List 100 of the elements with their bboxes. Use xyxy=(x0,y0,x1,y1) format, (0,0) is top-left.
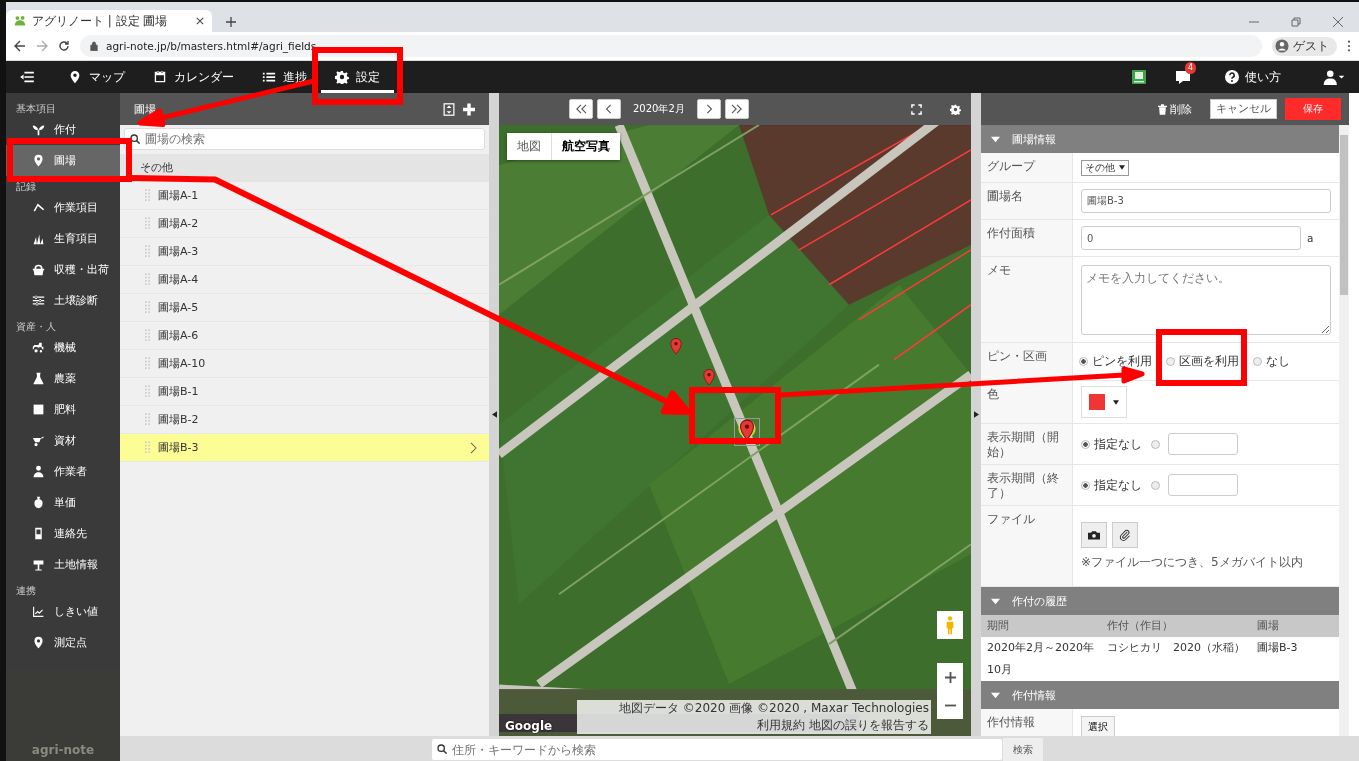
close-tab-icon[interactable] xyxy=(196,17,204,25)
sidebar-item[interactable]: 土壌診断 xyxy=(6,285,120,316)
text-input[interactable]: 圃場B-3 xyxy=(1081,189,1331,213)
expand-icon[interactable] xyxy=(443,102,455,116)
add-icon[interactable] xyxy=(463,102,475,116)
section-header[interactable]: 作付情報 xyxy=(981,681,1339,709)
camera-button[interactable] xyxy=(1081,521,1107,548)
sidebar-item[interactable]: 生育項目 xyxy=(6,223,120,254)
radio-button[interactable] xyxy=(1253,357,1262,366)
sidebar-item[interactable]: 機械 xyxy=(6,332,120,363)
sidebar-item[interactable]: 測定点 xyxy=(6,627,120,658)
sidebar-item[interactable]: 圃場 xyxy=(6,145,120,176)
sidebar-item[interactable]: 資材 xyxy=(6,425,120,456)
radio-button[interactable] xyxy=(1079,357,1088,366)
address-search-field[interactable]: 住所・キーワードから検索 xyxy=(431,738,1003,761)
radio-option[interactable]: 指定なし xyxy=(1081,476,1142,494)
browser-tab[interactable]: アグリノート | 設定 圃場 xyxy=(6,10,212,32)
text-input[interactable]: 0 xyxy=(1081,226,1301,250)
delete-button[interactable]: 削除 xyxy=(1152,100,1198,118)
scrollbar[interactable] xyxy=(1339,125,1349,736)
collapse-left-icon[interactable] xyxy=(491,411,497,418)
section-header[interactable]: 作付の履歴 xyxy=(981,587,1339,615)
radio-option[interactable]: なし xyxy=(1253,353,1290,370)
search-button[interactable]: 検索 xyxy=(1003,738,1043,761)
drag-handle-icon[interactable] xyxy=(145,412,150,427)
field-list-item[interactable]: 圃場B-3 xyxy=(120,434,489,462)
next-year-button[interactable] xyxy=(724,99,749,119)
report-error-link[interactable]: 地図の誤りを報告する xyxy=(809,717,929,734)
field-list-item[interactable]: 圃場A-6 xyxy=(120,322,489,350)
next-month-button[interactable] xyxy=(696,99,721,119)
map-type-button[interactable]: 地図 xyxy=(507,133,551,160)
radio-button[interactable] xyxy=(1151,480,1160,490)
sidebar-item[interactable]: 肥料 xyxy=(6,394,120,425)
fullscreen-icon[interactable] xyxy=(911,103,922,115)
forward-arrow-icon[interactable] xyxy=(36,40,48,52)
back-arrow-icon[interactable] xyxy=(14,40,26,52)
previous-year-button[interactable] xyxy=(569,99,593,119)
sidebar-section-title: 資産・人 xyxy=(15,320,57,332)
drag-handle-icon[interactable] xyxy=(145,300,150,315)
map-pin-icon[interactable] xyxy=(734,418,760,446)
field-list-item[interactable]: 圃場A-10 xyxy=(120,350,489,378)
reload-icon[interactable] xyxy=(58,40,70,52)
menu-icon[interactable] xyxy=(1347,40,1351,52)
field-list-item[interactable]: 圃場B-1 xyxy=(120,378,489,406)
drag-handle-icon[interactable] xyxy=(145,328,150,343)
drag-handle-icon[interactable] xyxy=(145,440,150,455)
sidebar-item[interactable]: 収穫・出荷 xyxy=(6,254,120,285)
sidebar-item[interactable]: 農薬 xyxy=(6,363,120,394)
group-select[interactable]: その他 xyxy=(1081,159,1129,176)
radio-button[interactable] xyxy=(1081,480,1090,490)
radio-option[interactable]: 指定なし xyxy=(1081,435,1142,453)
close-icon[interactable] xyxy=(1333,17,1343,27)
radio-button[interactable] xyxy=(1151,439,1160,449)
user-menu-icon[interactable] xyxy=(1323,69,1345,85)
radio-option[interactable]: 区画を利用 xyxy=(1166,353,1239,370)
drag-handle-icon[interactable] xyxy=(145,216,150,231)
sidebar-item[interactable]: しきい値 xyxy=(6,596,120,627)
radio-option[interactable]: ピンを利用 xyxy=(1079,353,1152,370)
chevron-right-icon xyxy=(470,441,477,454)
map-type-button[interactable]: 航空写真 xyxy=(551,133,620,160)
nav-tab[interactable]: カレンダー xyxy=(139,61,248,93)
cancel-button[interactable]: キャンセル xyxy=(1210,99,1277,119)
message-icon[interactable] xyxy=(1175,69,1191,85)
nav-tab[interactable]: マップ xyxy=(54,61,139,93)
sidebar-item[interactable]: 作業者 xyxy=(6,456,120,487)
book-icon[interactable] xyxy=(1131,69,1147,85)
memo-field[interactable]: メモを入力してください。 xyxy=(1081,264,1331,335)
section-title: 圃場情報 xyxy=(1012,131,1056,147)
settings-icon[interactable] xyxy=(950,103,961,115)
collapse-right-icon[interactable] xyxy=(973,411,979,418)
radio-button[interactable] xyxy=(1166,357,1175,366)
section-header[interactable]: 圃場情報 xyxy=(981,125,1339,153)
select-button[interactable]: 選択 xyxy=(1081,716,1115,736)
drag-handle-icon[interactable] xyxy=(145,188,150,203)
search-field[interactable]: 圃場の検索 xyxy=(124,128,485,150)
date-input[interactable] xyxy=(1168,474,1238,496)
previous-month-button[interactable] xyxy=(597,99,621,119)
sidebar-item[interactable]: 作付 xyxy=(6,114,120,145)
color-picker[interactable] xyxy=(1081,386,1127,418)
sidebar-item[interactable]: 作業項目 xyxy=(6,192,120,223)
terms-link[interactable]: 利用規約 xyxy=(757,717,805,734)
help-button[interactable]: 使い方 xyxy=(1219,67,1287,87)
attach-button[interactable] xyxy=(1112,521,1138,548)
restore-icon[interactable] xyxy=(1291,17,1301,27)
profile-button[interactable]: ゲスト xyxy=(1272,36,1337,56)
drag-handle-icon[interactable] xyxy=(145,244,150,259)
address-bar[interactable]: agri-note.jp/b/masters.html#/agri_fields xyxy=(80,35,1262,57)
radio-button[interactable] xyxy=(1081,439,1090,449)
sidebar-section-title: 連携 xyxy=(15,584,37,596)
drag-handle-icon[interactable] xyxy=(145,272,150,287)
collapse-menu-icon[interactable] xyxy=(20,71,34,83)
new-tab-icon[interactable] xyxy=(226,17,236,27)
map-provider-logo: Google xyxy=(505,719,553,733)
sidebar-item[interactable]: 連絡先 xyxy=(6,518,120,549)
sidebar-item[interactable]: 単価 xyxy=(6,487,120,518)
sidebar-item[interactable]: 土地情報 xyxy=(6,549,120,580)
save-button[interactable]: 保存 xyxy=(1285,98,1341,120)
date-input[interactable] xyxy=(1168,433,1238,455)
drag-handle-icon[interactable] xyxy=(145,356,150,371)
drag-handle-icon[interactable] xyxy=(145,384,150,399)
